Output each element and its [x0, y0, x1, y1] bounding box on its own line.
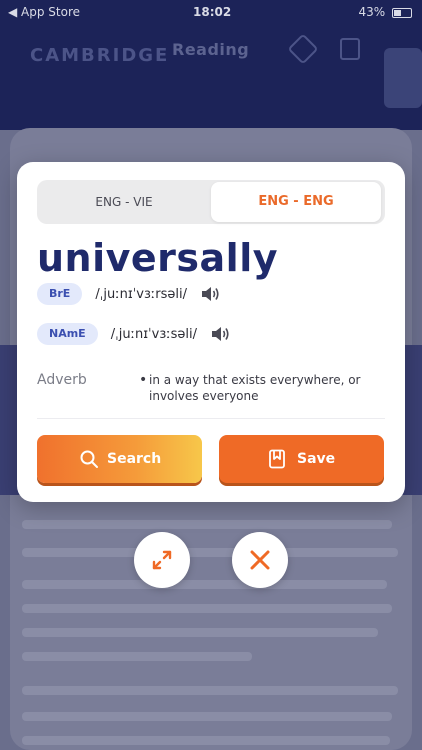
bookmark-icon [269, 449, 285, 469]
close-icon [250, 550, 270, 570]
clock: 18:02 [193, 5, 232, 19]
notes-icon [340, 38, 360, 60]
text-line [22, 712, 392, 721]
text-line [22, 628, 378, 637]
text-line [22, 548, 398, 557]
battery-status: 43% [358, 5, 412, 19]
part-of-speech: Adverb [37, 372, 87, 388]
pronunciation-bre: BrE /ˌjuːnɪˈvɜːrsəli/ [37, 283, 220, 307]
close-button[interactable] [232, 532, 288, 588]
pronunciation-name: NAmE /ˌjuːnɪˈvɜːsəli/ [37, 323, 230, 347]
speaker-icon[interactable] [200, 285, 220, 303]
battery-percent: 43% [358, 5, 386, 19]
app-logo: CAMBRIDGE [30, 45, 170, 66]
text-line [22, 580, 387, 589]
expand-button[interactable] [134, 532, 190, 588]
app-title: Reading [172, 40, 250, 59]
region-badge-name: NAmE [37, 323, 98, 345]
ipa-name: /ˌjuːnɪˈvɜːsəli/ [110, 326, 197, 342]
dictionary-tabs: ENG - VIE ENG - ENG [37, 180, 385, 224]
status-bar: ◀ App Store 18:02 43% [0, 0, 422, 24]
expand-icon [152, 550, 172, 570]
definition: in a way that exists everywhere, or invo… [149, 373, 361, 403]
text-line [22, 736, 390, 745]
dictionary-popup: ENG - VIE ENG - ENG universally BrE /ˌju… [17, 162, 405, 502]
region-badge-bre: BrE [37, 283, 83, 305]
bullet-icon: • [139, 372, 148, 388]
ipa-bre: /ˌjuːnɪˈvɜːrsəli/ [95, 286, 187, 302]
save-button[interactable]: Save [219, 435, 384, 483]
divider [37, 418, 385, 419]
search-button-label: Search [107, 451, 162, 467]
text-line [22, 604, 392, 613]
headword: universally [37, 236, 278, 280]
search-button[interactable]: Search [37, 435, 202, 483]
save-button-label: Save [297, 451, 336, 467]
side-panel [384, 48, 422, 108]
battery-icon [392, 7, 412, 18]
text-line [22, 686, 398, 695]
back-to-app-store[interactable]: ◀ App Store [8, 5, 80, 19]
tab-eng-vie[interactable]: ENG - VIE [39, 182, 209, 222]
text-line [22, 520, 392, 529]
speaker-icon[interactable] [210, 325, 230, 343]
text-line [22, 652, 252, 661]
tab-eng-eng[interactable]: ENG - ENG [211, 182, 381, 222]
search-icon [80, 450, 98, 468]
